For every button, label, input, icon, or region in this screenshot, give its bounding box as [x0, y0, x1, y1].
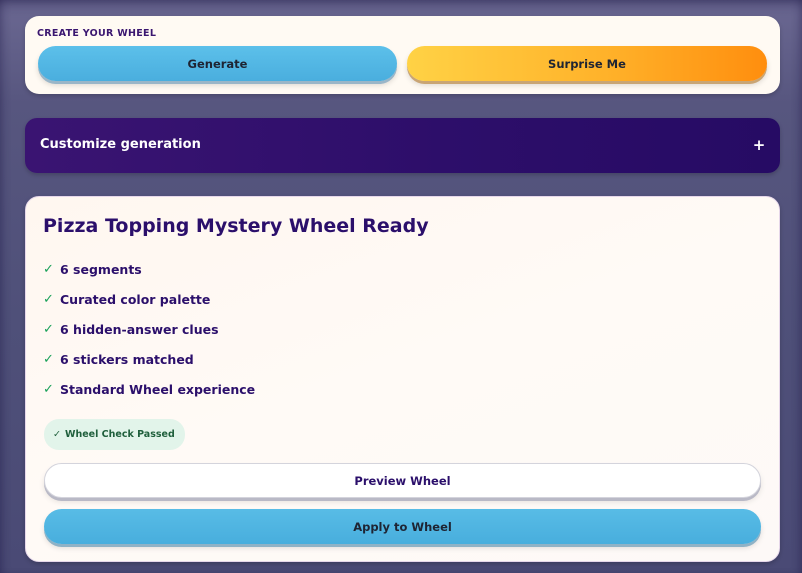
wheel-result-card: Pizza Topping Mystery Wheel Ready ✓ 6 se…	[25, 196, 780, 562]
result-title: Pizza Topping Mystery Wheel Ready	[43, 215, 429, 237]
check-icon: ✓	[43, 381, 54, 397]
list-item: ✓ Standard Wheel experience	[43, 374, 255, 404]
preview-wheel-button[interactable]: Preview Wheel	[44, 463, 761, 498]
feature-list: ✓ 6 segments ✓ Curated color palette ✓ 6…	[43, 254, 255, 404]
check-icon: ✓	[43, 261, 54, 277]
generate-button[interactable]: Generate	[38, 46, 397, 81]
feature-label: Curated color palette	[60, 291, 211, 307]
plus-icon[interactable]: +	[752, 135, 766, 155]
status-badge-label: Wheel Check Passed	[64, 429, 175, 440]
feature-label: 6 stickers matched	[60, 351, 194, 367]
check-icon: ✓	[53, 429, 61, 440]
list-item: ✓ 6 segments	[43, 254, 255, 284]
create-wheel-title: CREATE YOUR WHEEL	[37, 28, 157, 39]
feature-label: 6 hidden-answer clues	[60, 321, 219, 337]
check-icon: ✓	[43, 291, 54, 307]
status-badge: ✓ Wheel Check Passed	[44, 419, 185, 450]
create-wheel-card: CREATE YOUR WHEEL Generate Surprise Me	[25, 16, 780, 94]
apply-to-wheel-button[interactable]: Apply to Wheel	[44, 509, 761, 544]
customize-generation-label: Customize generation	[40, 137, 201, 152]
list-item: ✓ Curated color palette	[43, 284, 255, 314]
list-item: ✓ 6 hidden-answer clues	[43, 314, 255, 344]
check-icon: ✓	[43, 321, 54, 337]
customize-generation-toggle[interactable]: Customize generation +	[25, 118, 780, 173]
feature-label: Standard Wheel experience	[60, 381, 256, 397]
list-item: ✓ 6 stickers matched	[43, 344, 255, 374]
surprise-me-button[interactable]: Surprise Me	[407, 46, 767, 81]
feature-label: 6 segments	[60, 261, 142, 277]
check-icon: ✓	[43, 351, 54, 367]
